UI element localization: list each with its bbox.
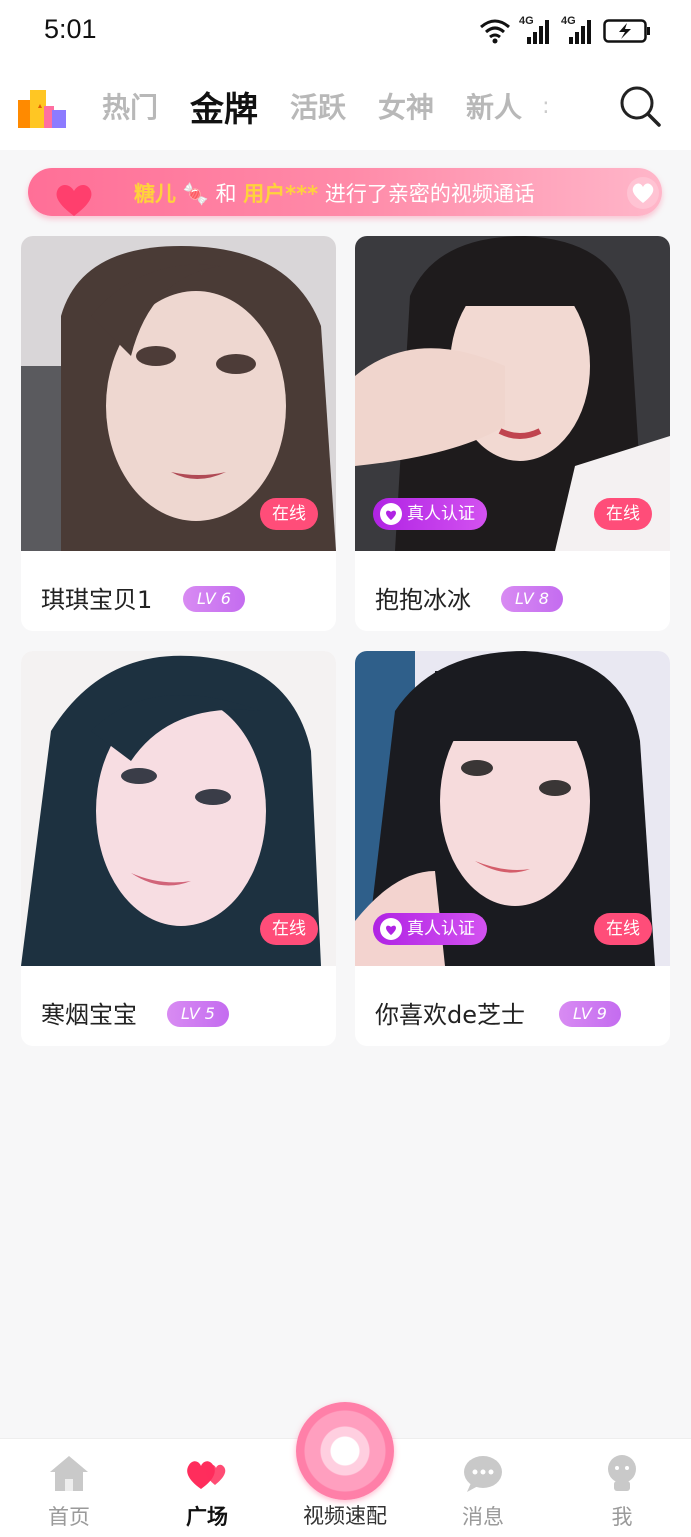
verified-label: 真人认证 xyxy=(407,919,475,939)
card-username: 寒烟宝宝 xyxy=(41,1001,137,1029)
nav-home[interactable]: 首页 xyxy=(19,1453,119,1531)
tab-active[interactable]: 活跃 xyxy=(290,86,346,126)
category-tabs: 热门 金牌 活跃 女神 新人 : xyxy=(86,62,549,150)
online-badge: 在线 xyxy=(260,498,318,530)
verified-badge: 真人认证 xyxy=(373,913,487,945)
level-badge: LV 6 xyxy=(183,586,245,612)
top-nav: 热门 金牌 活跃 女神 新人 : xyxy=(0,62,691,150)
online-badge: 在线 xyxy=(260,913,318,945)
user-card-1[interactable]: 在线 琪琪宝贝1 LV 6 xyxy=(21,236,336,631)
home-icon xyxy=(50,1456,88,1491)
level-badge: LV 8 xyxy=(501,586,563,612)
hearts-icon xyxy=(187,1461,226,1489)
app-logo-icon[interactable] xyxy=(18,86,68,130)
nav-me[interactable]: 我 xyxy=(572,1453,672,1531)
card-username: 抱抱冰冰 xyxy=(375,586,471,614)
banner-connector: 和 xyxy=(215,182,237,206)
banner-message: 进行了亲密的视频通话 xyxy=(324,182,535,206)
candy-icon: 🍬 xyxy=(176,182,216,206)
signal-icon-2: 4G xyxy=(561,15,595,45)
online-badge: 在线 xyxy=(594,498,652,530)
heart-icon xyxy=(56,185,92,216)
level-badge: LV 5 xyxy=(167,1001,229,1027)
wifi-icon xyxy=(480,19,510,44)
banner-user2: 用户*** xyxy=(243,182,319,206)
tab-gold[interactable]: 金牌 xyxy=(190,82,258,131)
verified-badge: 真人认证 xyxy=(373,498,487,530)
nav-messages[interactable]: 消息 xyxy=(433,1453,533,1531)
battery-charging-icon xyxy=(603,19,650,43)
level-badge: LV 9 xyxy=(559,1001,621,1027)
user-profile-icon xyxy=(608,1455,636,1491)
banner-user1: 糖儿 xyxy=(134,182,176,206)
nav-square-label: 广场 xyxy=(186,1505,228,1529)
status-icons: 4G 4G xyxy=(479,14,651,48)
status-bar: 5:01 4G 4G xyxy=(0,0,691,62)
tab-goddess[interactable]: 女神 xyxy=(378,86,434,126)
verified-shield-icon xyxy=(380,918,402,940)
banner-text: 糖儿 🍬 和 用户*** 进行了亲密的视频通话 xyxy=(134,178,535,208)
nav-me-label: 我 xyxy=(611,1505,633,1529)
user-card-3[interactable]: 在线 寒烟宝宝 LV 5 xyxy=(21,651,336,1046)
tabs-more-indicator: : xyxy=(542,93,550,119)
activity-banner[interactable]: 糖儿 🍬 和 用户*** 进行了亲密的视频通话 xyxy=(28,168,662,216)
tab-new[interactable]: 新人 xyxy=(466,86,522,126)
video-match-button[interactable] xyxy=(296,1402,394,1500)
online-badge: 在线 xyxy=(594,913,652,945)
search-icon[interactable] xyxy=(618,84,662,128)
card-username: 琪琪宝贝1 xyxy=(41,586,153,614)
signal-icon-1: 4G xyxy=(519,15,553,45)
heart-bubble-icon xyxy=(627,177,659,209)
status-time: 5:01 xyxy=(44,14,97,44)
nav-square[interactable]: 广场 xyxy=(157,1453,257,1531)
user-card-2[interactable]: 真人认证 在线 抱抱冰冰 LV 8 xyxy=(355,236,670,631)
verified-label: 真人认证 xyxy=(407,504,475,524)
video-match-label[interactable]: 视频速配 xyxy=(270,1500,420,1530)
message-bubble-icon xyxy=(464,1456,502,1492)
card-username: 你喜欢de芝士 xyxy=(375,1001,525,1029)
nav-messages-label: 消息 xyxy=(462,1505,504,1529)
nav-home-label: 首页 xyxy=(48,1505,90,1529)
user-card-4[interactable]: 真人认证 在线 你喜欢de芝士 LV 9 xyxy=(355,651,670,1046)
verified-shield-icon xyxy=(380,503,402,525)
tab-hot[interactable]: 热门 xyxy=(102,86,158,126)
